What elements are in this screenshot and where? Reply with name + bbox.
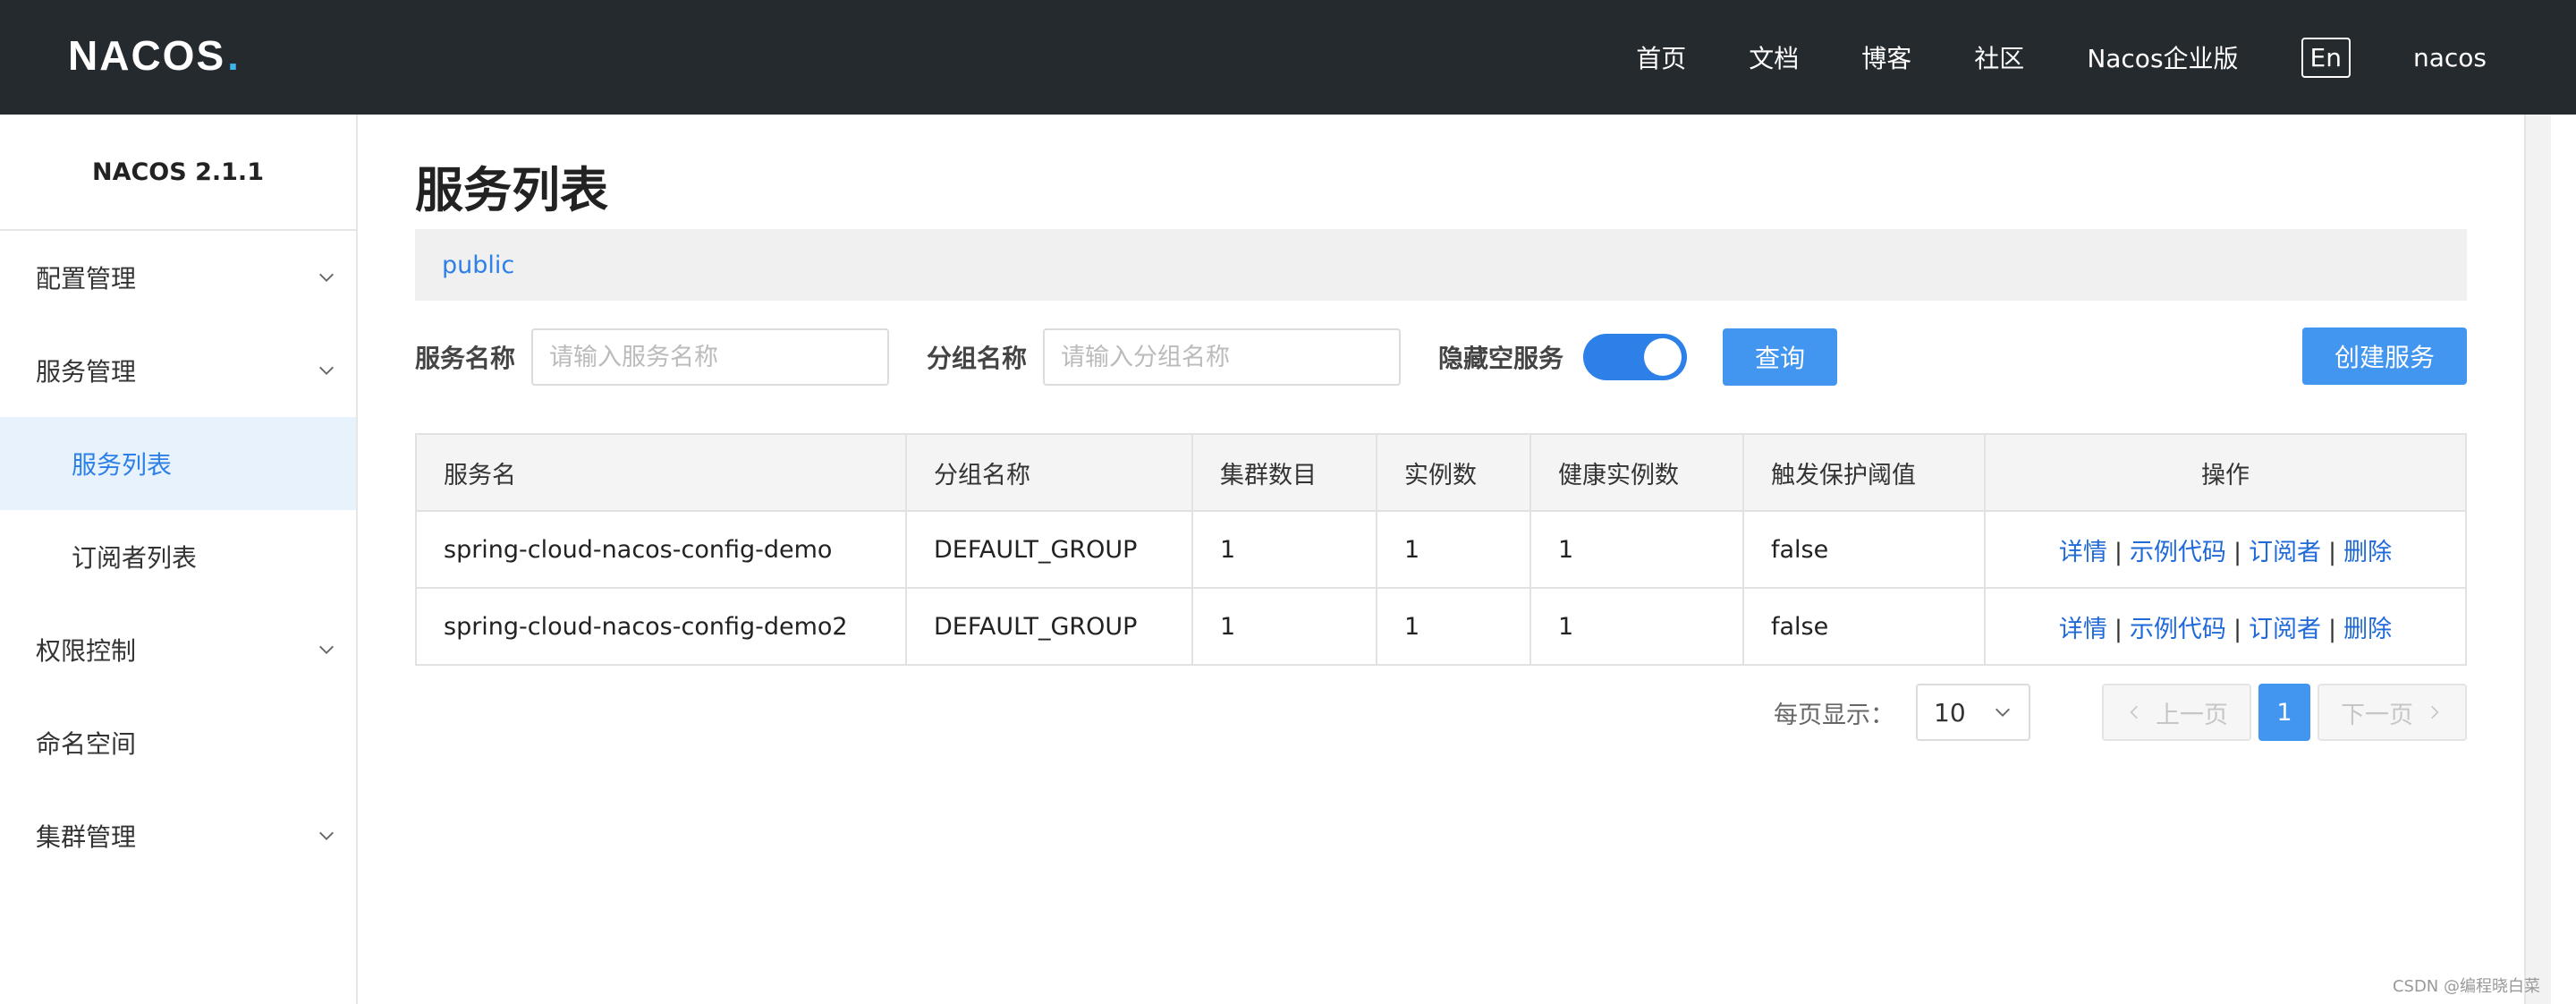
sidebar-item-access-control[interactable]: 权限控制 xyxy=(0,603,356,696)
sample-code-link[interactable]: 示例代码 xyxy=(2130,539,2226,566)
page-size-select[interactable]: 10 xyxy=(1916,684,2030,741)
sidebar-item-label: 权限控制 xyxy=(36,636,137,666)
instance-count-cell: 1 xyxy=(1376,587,1531,666)
sidebar-item-label: 命名空间 xyxy=(36,729,137,759)
instance-count-cell: 1 xyxy=(1376,510,1531,589)
chevron-down-icon xyxy=(1996,708,2010,717)
vertical-scrollbar[interactable] xyxy=(2524,115,2551,1004)
sidebar-item-cluster-management[interactable]: 集群管理 xyxy=(0,789,356,882)
sidebar-item-label: 集群管理 xyxy=(36,822,137,852)
sidebar-item-config-management[interactable]: 配置管理 xyxy=(0,231,356,324)
column-header: 实例数 xyxy=(1376,433,1531,512)
group-name-label: 分组名称 xyxy=(927,344,1028,373)
actions-cell: 详情 | 示例代码 | 订阅者 | 删除 xyxy=(1984,587,2467,666)
page-number-button[interactable]: 1 xyxy=(2258,684,2310,741)
separator: | xyxy=(2233,538,2242,566)
cluster-count-cell: 1 xyxy=(1191,587,1377,666)
next-page-label: 下一页 xyxy=(2341,701,2413,729)
nav-docs[interactable]: 文档 xyxy=(1749,39,1799,75)
watermark: CSDN @编程晓白菜 xyxy=(2392,977,2540,996)
delete-link[interactable]: 删除 xyxy=(2343,616,2392,643)
language-switch-button[interactable]: En xyxy=(2301,37,2351,78)
separator: | xyxy=(2233,615,2242,643)
top-bar: NACOS. 首页 文档 博客 社区 Nacos企业版 En nacos xyxy=(0,0,2576,115)
page-title: 服务列表 xyxy=(415,162,608,218)
top-nav: 首页 文档 博客 社区 Nacos企业版 En nacos xyxy=(1573,0,2487,115)
actions-cell: 详情 | 示例代码 | 订阅者 | 删除 xyxy=(1984,510,2467,589)
version-title: NACOS 2.1.1 xyxy=(0,115,356,231)
table-header-row: 服务名 分组名称 集群数目 实例数 健康实例数 触发保护阈值 操作 xyxy=(415,433,2467,512)
column-header: 操作 xyxy=(1984,433,2467,512)
sidebar-item-label: 订阅者列表 xyxy=(72,543,198,573)
sample-code-link[interactable]: 示例代码 xyxy=(2130,616,2226,643)
separator: | xyxy=(2114,538,2123,566)
subscribers-link[interactable]: 订阅者 xyxy=(2249,616,2321,643)
service-name-label: 服务名称 xyxy=(415,344,516,373)
nav-community[interactable]: 社区 xyxy=(1974,39,2024,75)
service-table: 服务名 分组名称 集群数目 实例数 健康实例数 触发保护阈值 操作 spring… xyxy=(415,433,2467,666)
sidebar-item-label: 配置管理 xyxy=(36,264,137,294)
pagination: 每页显示： 10 上一页 1 下一页 xyxy=(1774,684,2467,741)
sidebar-item-subscriber-list[interactable]: 订阅者列表 xyxy=(0,510,356,603)
column-header: 触发保护阈值 xyxy=(1742,433,1986,512)
protect-threshold-cell: false xyxy=(1742,510,1986,589)
namespace-link-public[interactable]: public xyxy=(442,251,514,279)
nav-blog[interactable]: 博客 xyxy=(1861,39,1911,75)
filter-bar: 服务名称 分组名称 隐藏空服务 查询 创建服务 xyxy=(415,328,2467,387)
nav-enterprise[interactable]: Nacos企业版 xyxy=(2087,39,2238,75)
healthy-count-cell: 1 xyxy=(1530,510,1744,589)
details-link[interactable]: 详情 xyxy=(2059,539,2107,566)
subscribers-link[interactable]: 订阅者 xyxy=(2249,539,2321,566)
delete-link[interactable]: 删除 xyxy=(2343,539,2392,566)
column-header: 服务名 xyxy=(415,433,907,512)
query-button[interactable]: 查询 xyxy=(1723,328,1838,386)
logo-dot: . xyxy=(227,32,241,79)
logo-text: NACOS xyxy=(68,32,226,79)
chevron-left-icon xyxy=(2130,705,2138,719)
nacos-logo[interactable]: NACOS. xyxy=(68,30,241,81)
details-link[interactable]: 详情 xyxy=(2059,616,2107,643)
separator: | xyxy=(2328,615,2337,643)
column-header: 健康实例数 xyxy=(1530,433,1744,512)
toggle-knob xyxy=(1644,338,1682,376)
service-name-cell: spring-cloud-nacos-config-demo xyxy=(415,510,907,589)
cluster-count-cell: 1 xyxy=(1191,510,1377,589)
column-header: 分组名称 xyxy=(905,433,1193,512)
create-service-button[interactable]: 创建服务 xyxy=(2301,328,2467,385)
sidebar-item-service-management[interactable]: 服务管理 xyxy=(0,324,356,417)
hide-empty-label: 隐藏空服务 xyxy=(1438,344,1564,373)
prev-page-label: 上一页 xyxy=(2156,701,2228,729)
separator: | xyxy=(2328,538,2337,566)
next-page-button[interactable]: 下一页 xyxy=(2318,684,2467,741)
page-size-value: 10 xyxy=(1934,697,1966,727)
sidebar-item-service-list[interactable]: 服务列表 xyxy=(0,417,356,510)
column-header: 集群数目 xyxy=(1191,433,1377,512)
page-size-label: 每页显示： xyxy=(1774,701,1894,729)
sidebar: NACOS 2.1.1 配置管理 服务管理 服务列表 订阅者列表 权限控制 命名… xyxy=(0,115,358,1004)
user-menu[interactable]: nacos xyxy=(2413,43,2487,72)
sidebar-item-label: 服务管理 xyxy=(36,357,137,387)
healthy-count-cell: 1 xyxy=(1530,587,1744,666)
separator: | xyxy=(2114,615,2123,643)
group-name-cell: DEFAULT_GROUP xyxy=(905,587,1193,666)
sidebar-item-namespace[interactable]: 命名空间 xyxy=(0,696,356,789)
group-name-input[interactable] xyxy=(1043,328,1402,386)
chevron-down-icon xyxy=(319,831,334,840)
table-row: spring-cloud-nacos-config-demo DEFAULT_G… xyxy=(415,510,2467,589)
chevron-right-icon xyxy=(2431,705,2439,719)
service-name-cell: spring-cloud-nacos-config-demo2 xyxy=(415,587,907,666)
protect-threshold-cell: false xyxy=(1742,587,1986,666)
service-name-input[interactable] xyxy=(531,328,890,386)
prev-page-button[interactable]: 上一页 xyxy=(2102,684,2251,741)
nav-home[interactable]: 首页 xyxy=(1636,39,1686,75)
table-row: spring-cloud-nacos-config-demo2 DEFAULT_… xyxy=(415,587,2467,666)
group-name-cell: DEFAULT_GROUP xyxy=(905,510,1193,589)
chevron-down-icon xyxy=(319,273,334,282)
hide-empty-toggle[interactable] xyxy=(1583,334,1688,380)
chevron-down-icon xyxy=(319,366,334,375)
sidebar-item-label: 服务列表 xyxy=(72,450,173,480)
namespace-bar: public xyxy=(415,229,2467,301)
chevron-down-icon xyxy=(319,645,334,654)
